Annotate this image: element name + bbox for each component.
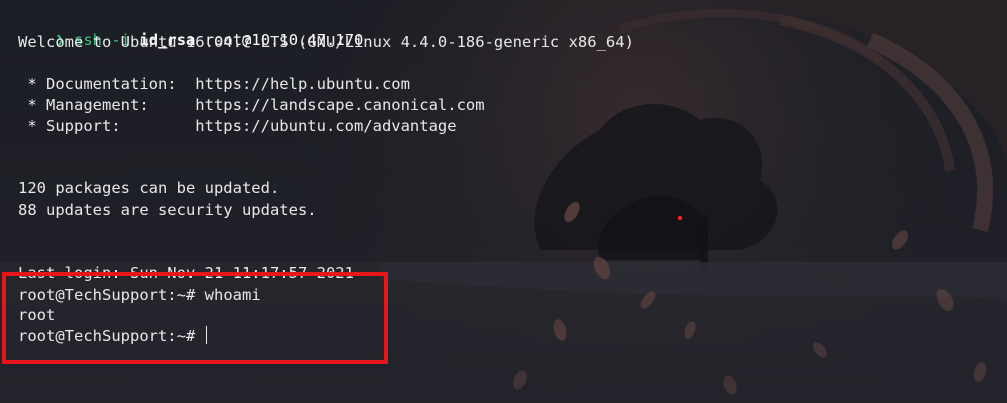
terminal-window[interactable]: ❯ ssh -i id_rsa root@10.10.47.170 Welcom… xyxy=(0,0,1007,403)
highlight-annotation-box xyxy=(2,272,388,364)
security-update-notice: 88 updates are security updates. xyxy=(18,201,317,219)
motd-support: * Support: https://ubuntu.com/advantage xyxy=(18,117,457,135)
welcome-banner: Welcome to Ubuntu 16.04.7 LTS (GNU/Linux… xyxy=(18,33,634,51)
motd-documentation: * Documentation: https://help.ubuntu.com xyxy=(18,75,410,93)
motd-management: * Management: https://landscape.canonica… xyxy=(18,96,485,114)
packages-update-notice: 120 packages can be updated. xyxy=(18,179,280,197)
